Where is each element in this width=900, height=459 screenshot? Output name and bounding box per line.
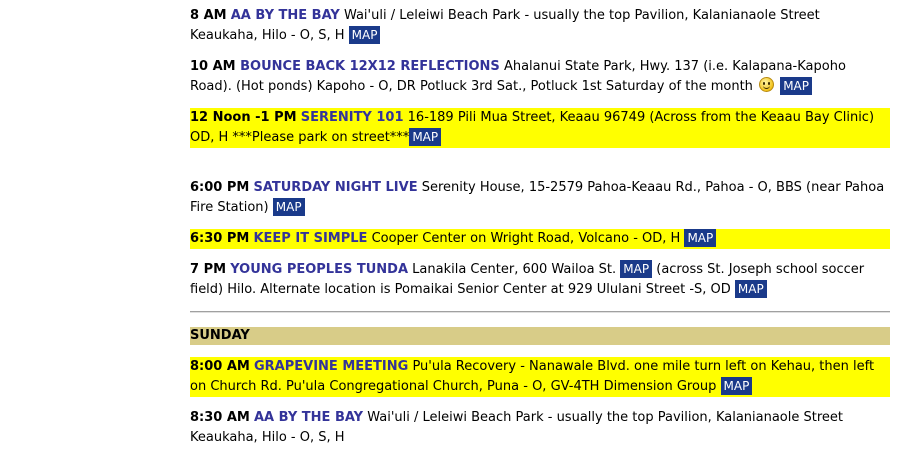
meeting-entry: 8 AM AA BY THE BAY Wai'uli / Leleiwi Bea…	[190, 6, 890, 46]
map-button[interactable]: MAP	[272, 198, 305, 216]
meeting-time: 6:30 PM	[190, 231, 250, 246]
meeting-entry: 6:00 PM SATURDAY NIGHT LIVE Serenity Hou…	[190, 178, 890, 218]
map-button[interactable]: MAP	[734, 280, 767, 298]
meeting-time: 8:30 AM	[190, 410, 250, 425]
meeting-time: 6:00 PM	[190, 180, 250, 195]
meeting-name-link[interactable]: YOUNG PEOPLES TUNDA	[230, 262, 408, 277]
meeting-name-link[interactable]: GRAPEVINE MEETING	[254, 359, 408, 374]
meeting-time: 7 PM	[190, 262, 227, 277]
meeting-entry: 7 PM YOUNG PEOPLES TUNDA Lanakila Center…	[190, 260, 890, 300]
map-button[interactable]: MAP	[409, 128, 442, 146]
map-button[interactable]: MAP	[684, 229, 717, 247]
meeting-time: 12 Noon -1 PM	[190, 110, 297, 125]
meeting-details: Cooper Center on Wright Road, Volcano - …	[371, 231, 681, 246]
meeting-time: 8:00 AM	[190, 359, 250, 374]
map-button[interactable]: MAP	[720, 377, 753, 395]
meeting-name-link[interactable]: SERENITY 101	[301, 110, 404, 125]
meeting-name-link[interactable]: AA BY THE BAY	[231, 8, 340, 23]
meeting-entry-highlighted: 8:00 AM GRAPEVINE MEETING Pu'ula Recover…	[190, 357, 890, 397]
meeting-entry: 10 AM BOUNCE BACK 12X12 REFLECTIONS Ahal…	[190, 57, 890, 97]
meeting-name-link[interactable]: AA BY THE BAY	[254, 410, 363, 425]
meeting-entry-highlighted: 12 Noon -1 PM SERENITY 101 16-189 Pili M…	[190, 108, 890, 148]
meeting-entry: 8:30 AM AA BY THE BAY Wai'uli / Leleiwi …	[190, 408, 890, 448]
meeting-time: 10 AM	[190, 59, 241, 74]
meeting-name-link[interactable]: KEEP IT SIMPLE	[253, 231, 367, 246]
map-button[interactable]: MAP	[620, 260, 653, 278]
map-button[interactable]: MAP	[780, 77, 813, 95]
meeting-list: 8 AM AA BY THE BAY Wai'uli / Leleiwi Bea…	[190, 6, 890, 459]
map-button[interactable]: MAP	[348, 26, 381, 44]
smiley-icon	[759, 77, 775, 92]
day-header: SUNDAY	[190, 327, 890, 345]
meeting-entry-highlighted: 6:30 PM KEEP IT SIMPLE Cooper Center on …	[190, 229, 890, 249]
meeting-name-link[interactable]: BOUNCE BACK 12X12 REFLECTIONS	[240, 59, 500, 74]
meeting-time: 8 AM	[190, 8, 227, 23]
section-divider	[190, 311, 890, 313]
meeting-name-link[interactable]: SATURDAY NIGHT LIVE	[253, 180, 417, 195]
meeting-details: Lanakila Center, 600 Wailoa St.	[412, 262, 617, 277]
